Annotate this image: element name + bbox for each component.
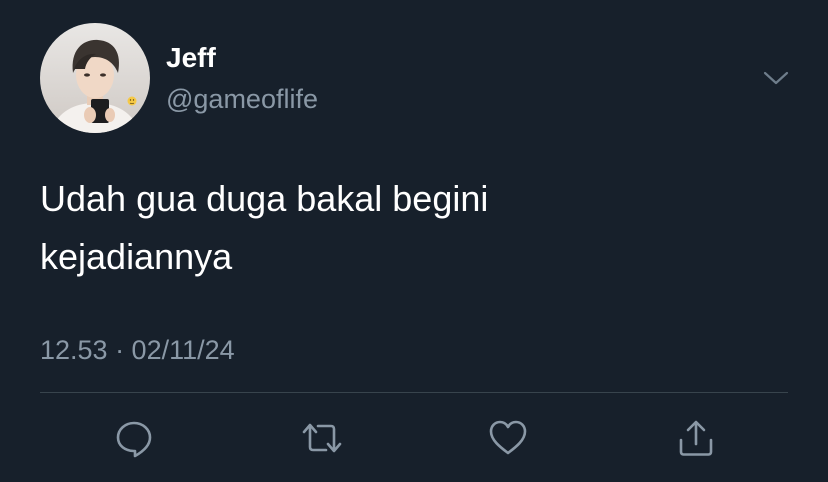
reply-icon[interactable]: [114, 418, 154, 458]
divider: [40, 392, 788, 393]
display-name[interactable]: Jeff: [166, 40, 216, 76]
tweet-text: Udah gua duga bakal begini kejadiannya: [40, 178, 489, 277]
tweet-timestamp[interactable]: 12.53 · 02/11/24: [40, 332, 235, 368]
heart-icon[interactable]: [488, 418, 528, 458]
share-icon[interactable]: [676, 418, 716, 458]
tweet-card: Jeff @gameoflife Udah gua duga bakal beg…: [0, 0, 828, 482]
retweet-icon[interactable]: [300, 418, 342, 458]
chevron-down-icon[interactable]: [760, 64, 792, 92]
user-handle[interactable]: @gameoflife: [166, 82, 318, 116]
avatar[interactable]: [40, 23, 150, 133]
avatar-photo: [40, 23, 150, 133]
